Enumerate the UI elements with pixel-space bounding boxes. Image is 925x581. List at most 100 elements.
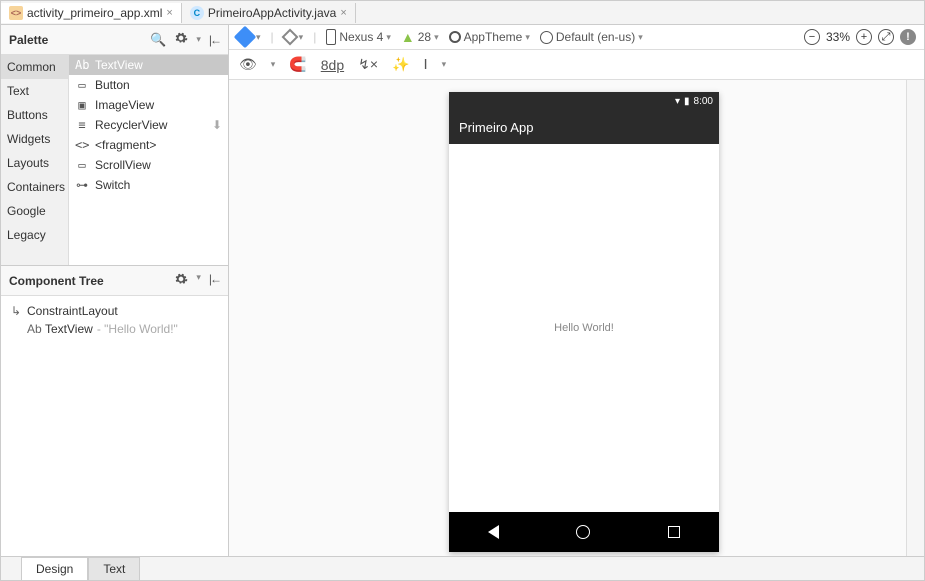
theme-icon <box>449 31 461 43</box>
view-options-icon[interactable]: 👁 <box>239 56 257 73</box>
tab-design[interactable]: Design <box>21 557 88 580</box>
api-label: 28 <box>418 30 431 44</box>
tree-node-root[interactable]: ↳ ConstraintLayout <box>9 302 220 320</box>
collapse-icon[interactable]: |← <box>209 272 220 289</box>
close-icon[interactable]: × <box>166 7 172 19</box>
constraintlayout-icon: ↳ <box>9 304 23 318</box>
default-margins-button[interactable]: 8dp <box>321 57 344 73</box>
locale-selector[interactable]: Default (en-us) <box>540 30 643 44</box>
locale-label: Default (en-us) <box>556 30 635 44</box>
design-toolbar-2: 👁▾ 🧲 8dp ↯× ✨ Ⅰ▾ <box>229 50 924 80</box>
theme-selector[interactable]: AppTheme <box>449 30 530 44</box>
palette-items: Ab TextView ▭ Button ▣ ImageView ≡ Recyc… <box>69 55 228 265</box>
recyclerview-icon: ≡ <box>75 118 89 132</box>
palette-cat-buttons[interactable]: Buttons <box>1 103 68 127</box>
fragment-icon: <> <box>75 138 89 152</box>
download-icon[interactable]: ⬇ <box>212 118 222 132</box>
palette-item-textview[interactable]: Ab TextView <box>69 55 228 75</box>
nav-recent-icon[interactable] <box>668 526 680 538</box>
orientation-button[interactable] <box>284 31 304 43</box>
globe-icon <box>540 31 553 44</box>
palette-item-recyclerview[interactable]: ≡ RecyclerView ⬇ <box>69 115 228 135</box>
textview-icon: Ab <box>27 322 41 336</box>
palette-item-scrollview[interactable]: ▭ ScrollView <box>69 155 228 175</box>
textview-icon: Ab <box>75 58 89 72</box>
palette-header: Palette 🔍 ▾ |← <box>1 25 228 55</box>
gear-icon[interactable] <box>174 272 188 289</box>
zoom-fit-button[interactable]: ⤢ <box>878 29 894 45</box>
palette-item-label: TextView <box>95 58 143 72</box>
editor-tabs: <> activity_primeiro_app.xml × C Primeir… <box>1 1 924 25</box>
tree-node-label: TextView <box>45 322 93 336</box>
design-canvas[interactable]: ▾ ▮ 8:00 Primeiro App Hello World! <box>229 80 906 556</box>
palette-cat-text[interactable]: Text <box>1 79 68 103</box>
palette-cat-legacy[interactable]: Legacy <box>1 223 68 247</box>
tree-node-suffix: - "Hello World!" <box>97 322 178 336</box>
tree-node-child[interactable]: Ab TextView - "Hello World!" <box>9 320 220 338</box>
palette-item-label: Switch <box>95 178 130 192</box>
guidelines-icon[interactable]: Ⅰ <box>423 56 427 73</box>
device-app-bar: Primeiro App <box>449 110 719 144</box>
palette-item-label: ScrollView <box>95 158 151 172</box>
device-body[interactable]: Hello World! <box>449 144 719 512</box>
design-toolbar: | | Nexus 4 ▲ 28 AppTheme Default (en <box>229 25 924 50</box>
zoom-out-button[interactable]: − <box>804 29 820 45</box>
editor-tab-label: activity_primeiro_app.xml <box>27 6 162 20</box>
zoom-level: 33% <box>826 30 850 44</box>
infer-constraints-icon[interactable]: ✨ <box>392 56 409 73</box>
warnings-icon[interactable]: ! <box>900 29 916 45</box>
imageview-icon: ▣ <box>75 98 89 112</box>
clear-constraints-icon[interactable]: ↯× <box>358 56 378 73</box>
editor-mode-tabs: Design Text <box>1 556 924 580</box>
preview-textview[interactable]: Hello World! <box>554 322 614 334</box>
device-selector[interactable]: Nexus 4 <box>326 29 391 45</box>
switch-icon: ⊶ <box>75 178 89 192</box>
editor-tab-java[interactable]: C PrimeiroAppActivity.java × <box>182 3 356 23</box>
tab-text[interactable]: Text <box>88 557 140 580</box>
palette-cat-containers[interactable]: Containers <box>1 175 68 199</box>
palette-cat-widgets[interactable]: Widgets <box>1 127 68 151</box>
java-file-icon: C <box>190 6 204 20</box>
device-label: Nexus 4 <box>339 30 383 44</box>
palette-cat-layouts[interactable]: Layouts <box>1 151 68 175</box>
api-selector[interactable]: ▲ 28 <box>401 29 439 45</box>
device-nav-bar <box>449 512 719 552</box>
editor-tab-xml[interactable]: <> activity_primeiro_app.xml × <box>1 3 182 23</box>
palette-item-label: ImageView <box>95 98 154 112</box>
palette-item-button[interactable]: ▭ Button <box>69 75 228 95</box>
search-icon[interactable]: 🔍 <box>150 32 166 48</box>
phone-icon <box>326 29 336 45</box>
autoconnect-icon[interactable]: 🧲 <box>289 56 306 73</box>
palette-categories: Common Text Buttons Widgets Layouts Cont… <box>1 55 69 265</box>
palette-item-fragment[interactable]: <> <fragment> <box>69 135 228 155</box>
theme-label: AppTheme <box>464 30 523 44</box>
zoom-in-button[interactable]: + <box>856 29 872 45</box>
palette-item-imageview[interactable]: ▣ ImageView <box>69 95 228 115</box>
device-preview[interactable]: ▾ ▮ 8:00 Primeiro App Hello World! <box>449 92 719 552</box>
battery-icon: ▮ <box>684 96 690 107</box>
attributes-sidebar-collapsed[interactable] <box>906 80 924 556</box>
collapse-icon[interactable]: |← <box>209 33 220 47</box>
palette-item-label: RecyclerView <box>95 118 167 132</box>
component-tree: ↳ ConstraintLayout Ab TextView - "Hello … <box>1 296 228 476</box>
android-icon: ▲ <box>401 29 415 45</box>
gear-icon[interactable] <box>174 31 188 48</box>
palette-cat-common[interactable]: Common <box>1 55 68 79</box>
nav-back-icon[interactable] <box>488 525 499 539</box>
component-tree-title: Component Tree <box>9 274 104 288</box>
device-status-bar: ▾ ▮ 8:00 <box>449 92 719 110</box>
editor-tab-label: PrimeiroAppActivity.java <box>208 6 336 20</box>
button-icon: ▭ <box>75 78 89 92</box>
palette-cat-google[interactable]: Google <box>1 199 68 223</box>
nav-home-icon[interactable] <box>576 525 590 539</box>
app-title: Primeiro App <box>459 120 533 135</box>
status-time: 8:00 <box>694 96 713 107</box>
palette-item-label: <fragment> <box>95 138 156 152</box>
scrollview-icon: ▭ <box>75 158 89 172</box>
close-icon[interactable]: × <box>340 7 346 19</box>
component-tree-header: Component Tree ▾ |← <box>1 265 228 296</box>
xml-file-icon: <> <box>9 6 23 20</box>
palette-item-switch[interactable]: ⊶ Switch <box>69 175 228 195</box>
wifi-icon: ▾ <box>675 96 680 107</box>
design-surface-button[interactable] <box>237 29 261 45</box>
